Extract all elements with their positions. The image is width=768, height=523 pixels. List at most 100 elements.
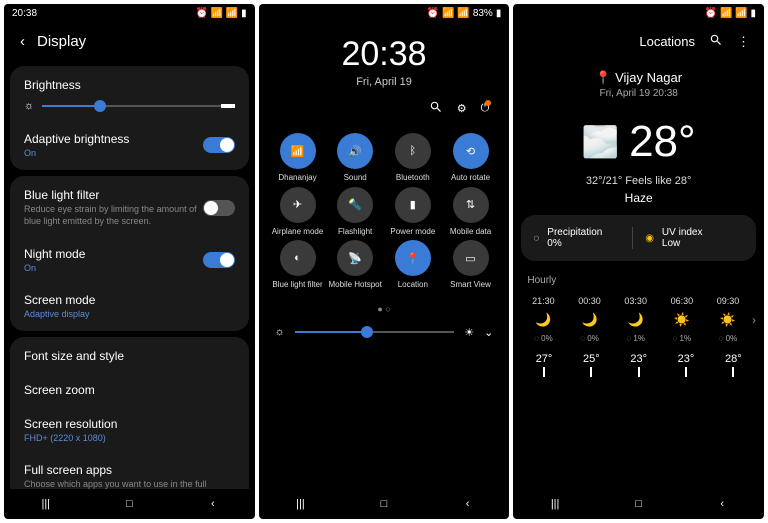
phone-weather: ⏰ 📶 📶 ▮ Locations ⋮ 📍 Vijay Nagar Fri, A…: [513, 4, 764, 519]
qp-clock-area: 20:38 Fri, April 19: [259, 23, 510, 92]
weather-card: ◌ Precipitation0% ◉ UV indexLow: [521, 215, 756, 261]
home-button[interactable]: □: [630, 497, 648, 511]
sun-dim-icon: ☼: [275, 326, 285, 338]
blue-light-row[interactable]: Blue light filter Reduce eye strain by l…: [10, 178, 249, 237]
rotate-icon[interactable]: ⟲: [453, 133, 489, 169]
qp-tile-power[interactable]: ▮ Power mode: [384, 187, 442, 237]
hour-col: 21:30🌙◌ 0%: [521, 296, 565, 343]
night-mode-row[interactable]: Night mode On: [10, 237, 249, 283]
qp-actions: ⚙ ⏻: [259, 92, 510, 125]
uv-block: ◉ UV indexLow: [632, 227, 744, 249]
qp-tile-flash[interactable]: 🔦 Flashlight: [326, 187, 384, 237]
home-button[interactable]: □: [375, 497, 393, 511]
tile-label: Auto rotate: [451, 173, 490, 183]
hourly-temps: 27°25°23°23°28°: [513, 349, 764, 365]
status-icons: ⏰ 📶 📶 83% ▮: [427, 8, 501, 19]
tile-label: Airplane mode: [272, 227, 324, 237]
qp-tile-blf[interactable]: ◐ Blue light filter: [269, 240, 327, 290]
blf-icon[interactable]: ◐: [280, 240, 316, 276]
bluelight-toggle[interactable]: [203, 200, 235, 216]
qp-tile-loc[interactable]: 📍Location: [384, 240, 442, 290]
hilo-feels: 32°/21° Feels like 28°: [513, 175, 764, 187]
hour-temp: 23°: [663, 353, 708, 365]
flash-icon[interactable]: 🔦: [337, 187, 373, 223]
tile-label: Sound: [344, 173, 367, 183]
location-date: Fri, April 19 20:38: [513, 88, 764, 99]
qp-tile-wifi[interactable]: 📶 Dhananjay: [269, 133, 327, 183]
wifi-icon[interactable]: 📶: [280, 133, 316, 169]
status-icons: ⏰ 📶 📶 ▮: [195, 8, 246, 19]
hour-col: 03:30🌙◌ 1%: [614, 296, 658, 343]
screen-mode-row[interactable]: Screen mode Adaptive display: [10, 283, 249, 329]
current-temp: 28°: [629, 117, 696, 167]
recents-button[interactable]: |||: [37, 497, 55, 511]
search-icon[interactable]: [429, 100, 443, 117]
weather-header: Locations ⋮: [513, 23, 764, 60]
power-icon[interactable]: ⏻: [481, 102, 490, 115]
nav-bar: ||| □ ‹: [4, 489, 255, 519]
hour-col: 06:30☀️◌ 1%: [660, 296, 704, 343]
brightness-slider[interactable]: ☼ ☀ ⌄: [259, 320, 510, 345]
qp-tile-rotate[interactable]: ⟲ Auto rotate: [442, 133, 500, 183]
settings-header: ‹ Display: [4, 23, 255, 60]
qp-tile-data[interactable]: ⇅Mobile data: [442, 187, 500, 237]
fullscreen-row[interactable]: Full screen apps Choose which apps you w…: [10, 453, 249, 489]
nav-bar: ||| □ ‹: [513, 489, 764, 519]
tile-label: Blue light filter: [272, 280, 322, 290]
settings-body[interactable]: Brightness ☼ Adaptive brightness On Blue…: [4, 60, 255, 489]
more-icon[interactable]: ⋮: [737, 34, 750, 50]
locations-button[interactable]: Locations: [639, 34, 695, 49]
adaptive-toggle[interactable]: [203, 137, 235, 153]
qp-tile-hotspot[interactable]: 📡Mobile Hotspot: [326, 240, 384, 290]
location-block: 📍 Vijay Nagar Fri, April 19 20:38: [513, 60, 764, 109]
sun-icon: ☼: [24, 100, 34, 112]
back-button[interactable]: ‹: [713, 497, 731, 511]
qp-tile-sound[interactable]: 🔊 Sound: [326, 133, 384, 183]
back-button[interactable]: ‹: [459, 497, 477, 511]
status-bar: ⏰ 📶 📶 83% ▮: [259, 4, 510, 23]
night-toggle[interactable]: [203, 252, 235, 268]
chevron-down-icon[interactable]: ⌄: [484, 326, 493, 339]
hotspot-icon[interactable]: 📡: [337, 240, 373, 276]
sound-icon[interactable]: 🔊: [337, 133, 373, 169]
data-icon[interactable]: ⇅: [453, 187, 489, 223]
hour-col: 00:30🌙◌ 0%: [567, 296, 611, 343]
qp-tile-bt[interactable]: ᛒBluetooth: [384, 133, 442, 183]
tile-label: Dhananjay: [278, 173, 316, 183]
zoom-row[interactable]: Screen zoom: [10, 373, 249, 407]
hour-temp: 25°: [569, 353, 614, 365]
home-button[interactable]: □: [120, 497, 138, 511]
status-time: 20:38: [12, 8, 37, 19]
settings-icon[interactable]: ⚙: [457, 102, 467, 115]
page-indicator[interactable]: ● ○: [259, 298, 510, 320]
brightness-slider[interactable]: ☼: [24, 100, 235, 112]
tile-label: Smart View: [450, 280, 491, 290]
tile-label: Power mode: [390, 227, 435, 237]
qp-clock: 20:38: [259, 35, 510, 74]
adaptive-brightness-row[interactable]: Adaptive brightness On: [10, 122, 249, 168]
back-icon[interactable]: ‹: [20, 33, 25, 50]
chevron-right-icon[interactable]: ›: [752, 313, 756, 327]
font-row[interactable]: Font size and style: [10, 339, 249, 373]
cast-icon[interactable]: ▭: [453, 240, 489, 276]
hourly-label: Hourly: [513, 271, 764, 290]
search-icon[interactable]: [709, 33, 723, 50]
hour-temp: 23°: [616, 353, 661, 365]
power-icon[interactable]: ▮: [395, 187, 431, 223]
droplet-icon: ◌: [533, 233, 539, 244]
brightness-row: Brightness ☼: [10, 68, 249, 122]
back-button[interactable]: ‹: [204, 497, 222, 511]
qp-tile-cast[interactable]: ▭ Smart View: [442, 240, 500, 290]
recents-button[interactable]: |||: [291, 497, 309, 511]
sun-bright-icon: ☀: [464, 326, 474, 339]
location-name: 📍 Vijay Nagar: [513, 70, 764, 86]
plane-icon[interactable]: ✈: [280, 187, 316, 223]
bt-icon[interactable]: ᛒ: [395, 133, 431, 169]
qp-tile-plane[interactable]: ✈ Airplane mode: [269, 187, 327, 237]
status-bar: 20:38 ⏰ 📶 📶 ▮: [4, 4, 255, 23]
recents-button[interactable]: |||: [546, 497, 564, 511]
resolution-row[interactable]: Screen resolution FHD+ (2220 x 1080): [10, 407, 249, 453]
tile-label: Flashlight: [338, 227, 372, 237]
hourly-row[interactable]: 21:30🌙◌ 0%00:30🌙◌ 0%03:30🌙◌ 1%06:30☀️◌ 1…: [513, 290, 764, 349]
loc-icon[interactable]: 📍: [395, 240, 431, 276]
